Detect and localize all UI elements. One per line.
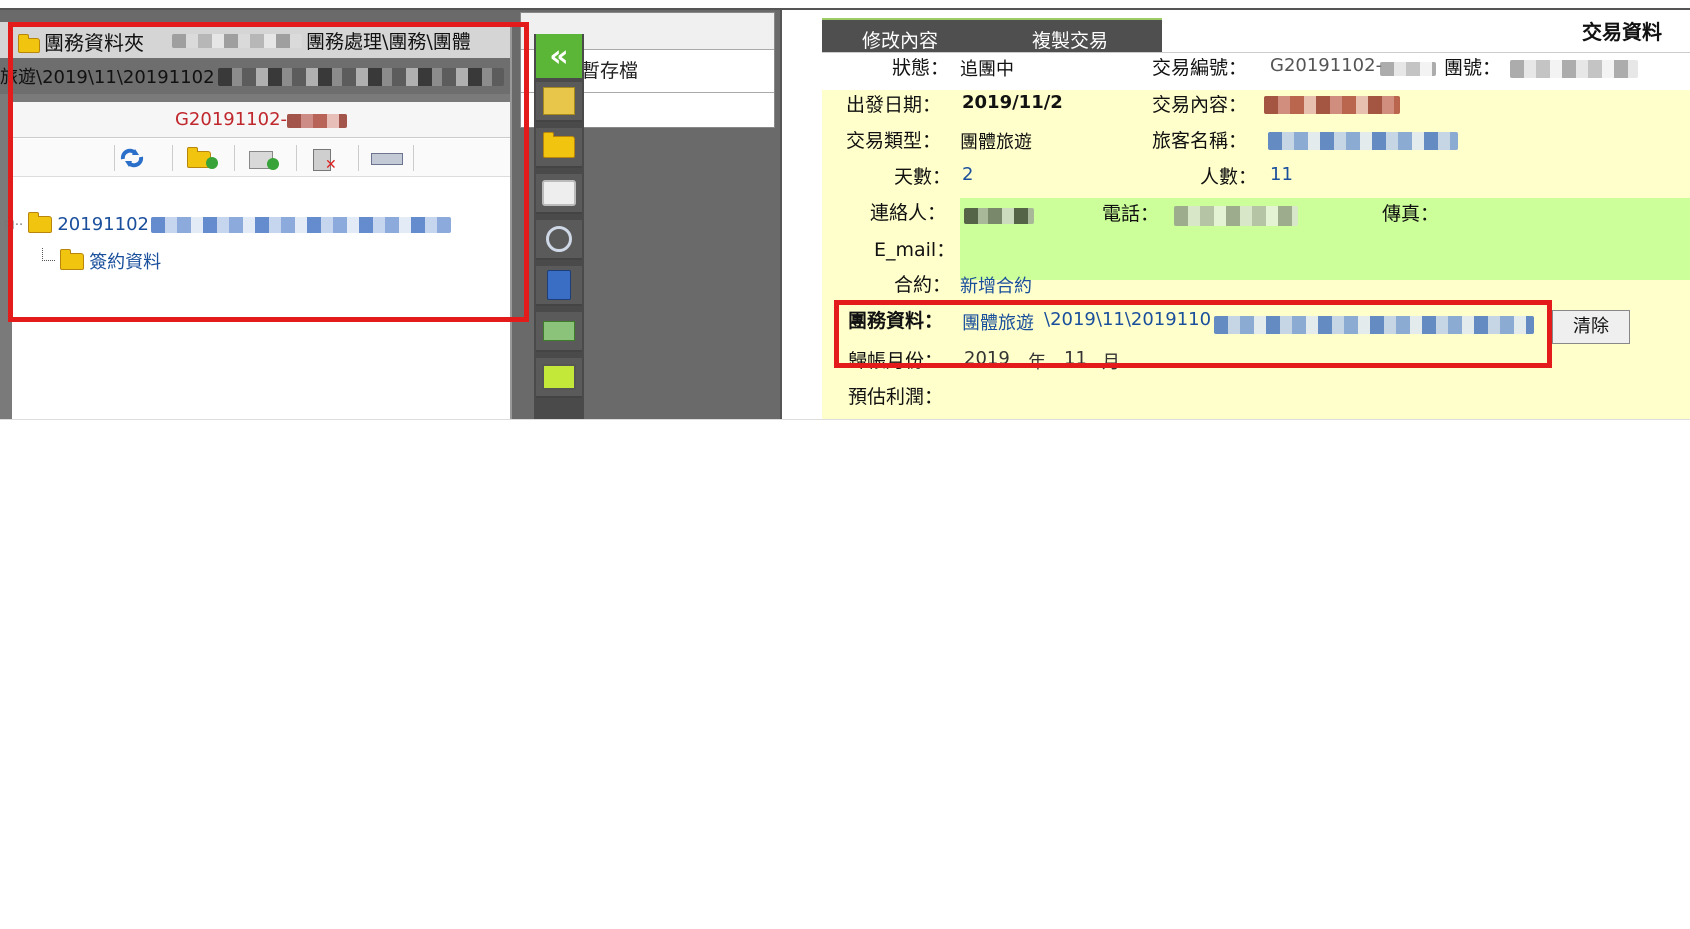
depart-label: 出發日期： bbox=[846, 94, 942, 116]
people-label: 人數： bbox=[1200, 166, 1258, 188]
tab-modify[interactable]: 修改內容 bbox=[862, 26, 938, 53]
traveler-label: 旅客名稱： bbox=[1152, 130, 1248, 152]
status-value: 追團中 bbox=[960, 59, 1014, 80]
phone-label: 電話： bbox=[1102, 203, 1160, 225]
note-button[interactable] bbox=[536, 82, 582, 122]
collapse-button[interactable]: « bbox=[536, 34, 582, 78]
contract-label: 合約： bbox=[894, 274, 952, 296]
blurred-content bbox=[1264, 96, 1400, 114]
printer-icon bbox=[542, 180, 576, 206]
days-value: 2 bbox=[962, 164, 974, 185]
note-icon bbox=[543, 87, 575, 115]
contact-area bbox=[960, 198, 1690, 280]
contact-label: 連絡人： bbox=[870, 202, 947, 224]
add-money-button[interactable] bbox=[536, 312, 582, 352]
trans-no-label: 交易編號： bbox=[1152, 57, 1248, 79]
blurred-group-no bbox=[1510, 60, 1638, 78]
profit-label: 預估利潤： bbox=[848, 386, 944, 408]
content-label: 交易內容： bbox=[1152, 94, 1248, 116]
highlight-box-group-data bbox=[834, 300, 1552, 368]
screenshot-bottom-edge bbox=[0, 419, 1690, 420]
magnifier-icon bbox=[546, 226, 572, 252]
group-no-label: 團號： bbox=[1444, 57, 1502, 79]
email-label: E_mail： bbox=[874, 239, 956, 261]
status-label: 狀態： bbox=[892, 57, 950, 79]
days-label: 天數： bbox=[894, 166, 952, 188]
print-button[interactable] bbox=[536, 174, 582, 214]
search-button[interactable] bbox=[536, 220, 582, 260]
vertical-toolbar: « bbox=[534, 34, 584, 419]
tab-copy[interactable]: 複製交易 bbox=[1032, 26, 1108, 53]
type-value: 團體旅遊 bbox=[960, 132, 1032, 153]
blurred-trans-no bbox=[1380, 62, 1436, 76]
blurred-phone bbox=[1174, 206, 1298, 226]
money-add-icon bbox=[543, 321, 575, 341]
monitor-icon bbox=[542, 364, 576, 390]
tab-bar: 修改內容 複製交易 bbox=[822, 18, 1162, 52]
document-button[interactable] bbox=[536, 266, 582, 306]
contract-link[interactable]: 新增合約 bbox=[960, 272, 1032, 298]
screen-button[interactable] bbox=[536, 358, 582, 398]
blurred-contact bbox=[964, 208, 1034, 224]
highlight-box-folder bbox=[8, 22, 529, 322]
folder-open-icon bbox=[543, 132, 575, 158]
type-label: 交易類型： bbox=[846, 130, 942, 152]
document-icon bbox=[547, 270, 571, 300]
blurred-traveler bbox=[1268, 132, 1458, 150]
panel-title: 交易資料 bbox=[1582, 20, 1662, 44]
fax-label: 傳真： bbox=[1382, 203, 1440, 225]
people-value: 11 bbox=[1270, 164, 1293, 185]
clear-button[interactable]: 清除 bbox=[1552, 310, 1630, 344]
folder-button[interactable] bbox=[536, 128, 582, 168]
trans-no-value: G20191102- bbox=[1270, 55, 1383, 76]
depart-value: 2019/11/2 bbox=[962, 92, 1063, 113]
